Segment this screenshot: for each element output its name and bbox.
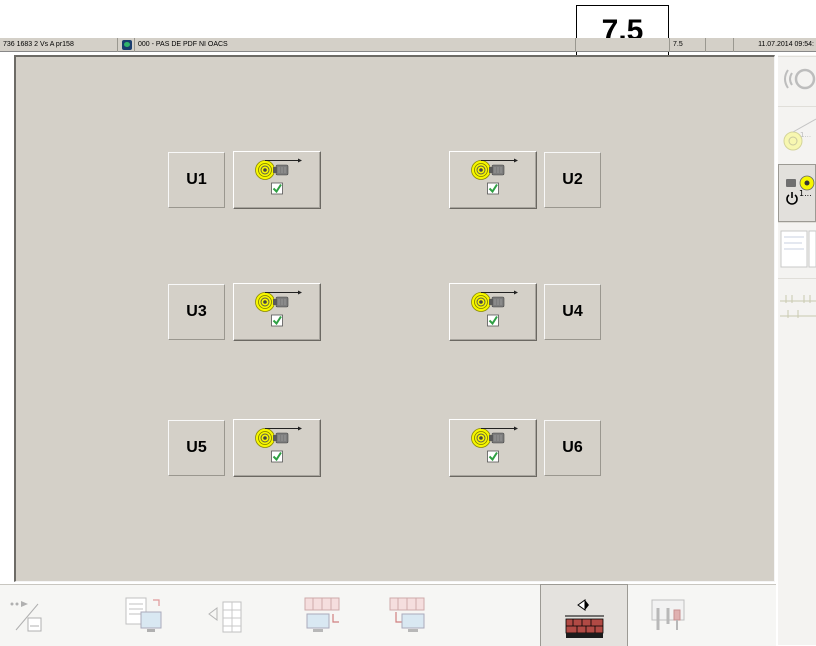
svg-text:1...: 1... (799, 189, 812, 198)
unit-u1-reel-button[interactable] (233, 151, 321, 209)
side-documents-button[interactable] (778, 222, 816, 278)
unit-label-u1: U1 (168, 152, 225, 208)
side-reel-power-button[interactable]: 1... (778, 164, 816, 222)
unit-u6-reel-button[interactable] (449, 419, 537, 477)
side-bars-button[interactable] (778, 278, 816, 336)
unit-selection-panel (14, 55, 775, 582)
unit-label-u6: U6 (544, 420, 601, 476)
toolbar-tools-button[interactable] (640, 584, 700, 646)
machine-id-text: 736 1683 2 Vs A pr158 (0, 38, 118, 52)
reports-icon (125, 597, 162, 632)
diamond-pallet-icon (565, 599, 604, 638)
reel-check-icon (254, 426, 303, 463)
reel-check-icon (254, 158, 303, 195)
bars-icon (780, 295, 816, 318)
toolbar-transfer-button[interactable] (0, 584, 60, 646)
reel-check-icon (470, 290, 519, 327)
unit-label-u3: U3 (168, 284, 225, 340)
documents-icon (780, 230, 816, 268)
status-light-icon (118, 38, 134, 52)
svg-text:1...: 1... (800, 131, 811, 139)
tools-icon (651, 599, 685, 630)
reel-check-icon (254, 290, 303, 327)
reel-sensor-icon (784, 68, 816, 90)
transfer-icon (10, 601, 42, 632)
version-text: 7.5 (669, 38, 706, 52)
side-reel-unwind-button[interactable]: 1... (778, 106, 816, 164)
unit-u5-reel-button[interactable] (233, 419, 321, 477)
unit-u3-reel-button[interactable] (233, 283, 321, 341)
status-bar: 736 1683 2 Vs A pr158 000 - PAS DE PDF N… (0, 38, 816, 52)
toolbar-diamond-pallet-button[interactable] (540, 584, 628, 646)
unit-u2-reel-button[interactable] (449, 151, 537, 209)
toolbar-reports-button[interactable] (105, 584, 180, 646)
reel-check-icon (470, 158, 519, 195)
status-blank-cell (706, 38, 734, 52)
unit-label-u5: U5 (168, 420, 225, 476)
toolbar-pallet-move-button[interactable] (370, 584, 445, 646)
table-back-icon (208, 601, 242, 633)
status-message-text: 000 - PAS DE PDF NI OACS (134, 38, 576, 52)
toolbar-pallet-monitor-button[interactable] (285, 584, 360, 646)
toolbar-table-back-button[interactable] (195, 584, 270, 646)
reel-check-icon (470, 426, 519, 463)
pallet-monitor-icon (304, 597, 340, 632)
unit-label-u4: U4 (544, 284, 601, 340)
reel-unwind-icon: 1... (783, 118, 816, 151)
side-reel-sensor-button[interactable] (778, 56, 816, 106)
unit-label-u2: U2 (544, 152, 601, 208)
datetime-text: 11.07.2014 09:54: (758, 41, 814, 48)
pallet-move-icon (389, 597, 425, 632)
unit-u4-reel-button[interactable] (449, 283, 537, 341)
reel-power-icon: 1... (786, 175, 815, 205)
